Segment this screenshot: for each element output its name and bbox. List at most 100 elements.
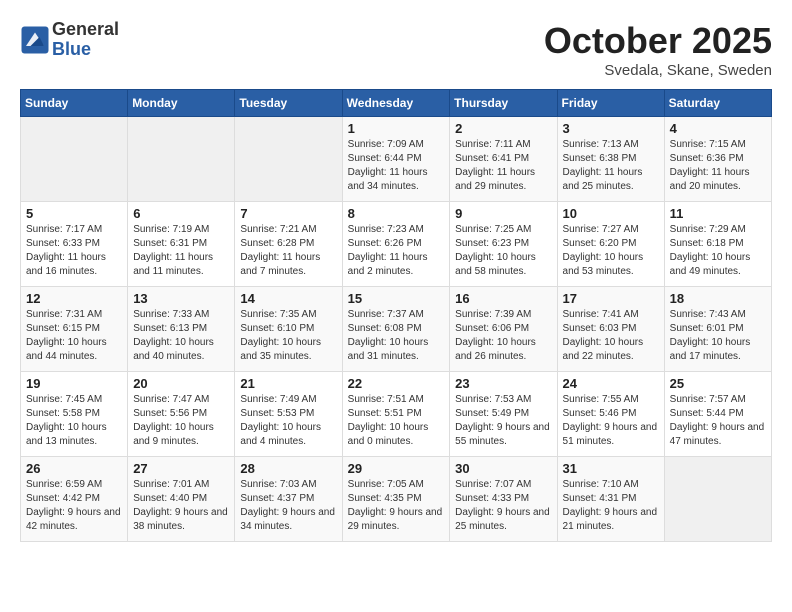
calendar-cell: 15 Sunrise: 7:37 AMSunset: 6:08 PMDayligh…	[342, 287, 450, 372]
day-number: 10	[563, 206, 659, 221]
day-info: Sunrise: 7:13 AMSunset: 6:38 PMDaylight:…	[563, 138, 659, 194]
calendar-cell: 30 Sunrise: 7:07 AMSunset: 4:33 PMDayligh…	[450, 457, 557, 542]
day-number: 21	[240, 376, 336, 391]
calendar-cell	[235, 117, 342, 202]
day-info: Sunrise: 7:03 AMSunset: 4:37 PMDaylight:…	[240, 478, 336, 534]
day-info: Sunrise: 7:21 AMSunset: 6:28 PMDaylight:…	[240, 223, 336, 279]
day-info: Sunrise: 7:41 AMSunset: 6:03 PMDaylight:…	[563, 308, 659, 364]
calendar-cell: 7 Sunrise: 7:21 AMSunset: 6:28 PMDaylight…	[235, 202, 342, 287]
day-number: 14	[240, 291, 336, 306]
day-number: 3	[563, 121, 659, 136]
day-info: Sunrise: 7:25 AMSunset: 6:23 PMDaylight:…	[455, 223, 551, 279]
calendar-cell: 24 Sunrise: 7:55 AMSunset: 5:46 PMDayligh…	[557, 372, 664, 457]
month-title: October 2025	[544, 20, 772, 62]
day-number: 9	[455, 206, 551, 221]
logo: General Blue	[20, 20, 119, 60]
day-info: Sunrise: 7:37 AMSunset: 6:08 PMDaylight:…	[348, 308, 445, 364]
day-info: Sunrise: 7:07 AMSunset: 4:33 PMDaylight:…	[455, 478, 551, 534]
weekday-header-tuesday: Tuesday	[235, 90, 342, 117]
calendar-week-3: 12 Sunrise: 7:31 AMSunset: 6:15 PMDayligh…	[21, 287, 772, 372]
day-info: Sunrise: 7:19 AMSunset: 6:31 PMDaylight:…	[133, 223, 229, 279]
calendar-cell: 5 Sunrise: 7:17 AMSunset: 6:33 PMDaylight…	[21, 202, 128, 287]
day-number: 15	[348, 291, 445, 306]
day-number: 12	[26, 291, 122, 306]
calendar-cell: 14Sunrise: 7:35 AMSunset: 6:10 PMDayligh…	[235, 287, 342, 372]
day-number: 19	[26, 376, 122, 391]
weekday-header-monday: Monday	[128, 90, 235, 117]
day-info: Sunrise: 7:49 AMSunset: 5:53 PMDaylight:…	[240, 393, 336, 449]
day-info: Sunrise: 7:10 AMSunset: 4:31 PMDaylight:…	[563, 478, 659, 534]
day-number: 23	[455, 376, 551, 391]
day-info: Sunrise: 7:05 AMSunset: 4:35 PMDaylight:…	[348, 478, 445, 534]
calendar-cell: 16 Sunrise: 7:39 AMSunset: 6:06 PMDayligh…	[450, 287, 557, 372]
calendar-cell: 25 Sunrise: 7:57 AMSunset: 5:44 PMDayligh…	[664, 372, 771, 457]
calendar-cell: 18 Sunrise: 7:43 AMSunset: 6:01 PMDayligh…	[664, 287, 771, 372]
day-number: 1	[348, 121, 445, 136]
location-subtitle: Svedala, Skane, Sweden	[544, 62, 772, 79]
day-info: Sunrise: 7:11 AMSunset: 6:41 PMDaylight:…	[455, 138, 551, 194]
day-info: Sunrise: 7:51 AMSunset: 5:51 PMDaylight:…	[348, 393, 445, 449]
day-number: 16	[455, 291, 551, 306]
day-info: Sunrise: 7:29 AMSunset: 6:18 PMDaylight:…	[670, 223, 766, 279]
calendar-week-2: 5 Sunrise: 7:17 AMSunset: 6:33 PMDaylight…	[21, 202, 772, 287]
day-number: 24	[563, 376, 659, 391]
day-number: 30	[455, 461, 551, 476]
calendar-cell: 6Sunrise: 7:19 AMSunset: 6:31 PMDaylight…	[128, 202, 235, 287]
calendar-cell: 1Sunrise: 7:09 AMSunset: 6:44 PMDaylight…	[342, 117, 450, 202]
day-info: Sunrise: 7:23 AMSunset: 6:26 PMDaylight:…	[348, 223, 445, 279]
logo-text: General Blue	[52, 20, 119, 60]
day-info: Sunrise: 7:43 AMSunset: 6:01 PMDaylight:…	[670, 308, 766, 364]
day-number: 31	[563, 461, 659, 476]
day-number: 5	[26, 206, 122, 221]
logo-general: General	[52, 20, 119, 40]
day-info: Sunrise: 7:27 AMSunset: 6:20 PMDaylight:…	[563, 223, 659, 279]
calendar-cell: 29 Sunrise: 7:05 AMSunset: 4:35 PMDayligh…	[342, 457, 450, 542]
title-block: October 2025 Svedala, Skane, Sweden	[544, 20, 772, 79]
day-info: Sunrise: 7:17 AMSunset: 6:33 PMDaylight:…	[26, 223, 122, 279]
day-info: Sunrise: 7:55 AMSunset: 5:46 PMDaylight:…	[563, 393, 659, 449]
calendar-cell: 26 Sunrise: 6:59 AMSunset: 4:42 PMDayligh…	[21, 457, 128, 542]
day-info: Sunrise: 7:31 AMSunset: 6:15 PMDaylight:…	[26, 308, 122, 364]
calendar-week-4: 19Sunrise: 7:45 AMSunset: 5:58 PMDayligh…	[21, 372, 772, 457]
calendar-week-1: 1Sunrise: 7:09 AMSunset: 6:44 PMDaylight…	[21, 117, 772, 202]
day-number: 4	[670, 121, 766, 136]
day-number: 18	[670, 291, 766, 306]
calendar-cell: 19Sunrise: 7:45 AMSunset: 5:58 PMDayligh…	[21, 372, 128, 457]
day-number: 11	[670, 206, 766, 221]
weekday-header-row: SundayMondayTuesdayWednesdayThursdayFrid…	[21, 90, 772, 117]
day-number: 29	[348, 461, 445, 476]
day-number: 28	[240, 461, 336, 476]
weekday-header-friday: Friday	[557, 90, 664, 117]
calendar-cell: 8Sunrise: 7:23 AMSunset: 6:26 PMDaylight…	[342, 202, 450, 287]
day-info: Sunrise: 7:39 AMSunset: 6:06 PMDaylight:…	[455, 308, 551, 364]
day-info: Sunrise: 7:57 AMSunset: 5:44 PMDaylight:…	[670, 393, 766, 449]
day-number: 27	[133, 461, 229, 476]
weekday-header-saturday: Saturday	[664, 90, 771, 117]
calendar-cell: 28 Sunrise: 7:03 AMSunset: 4:37 PMDayligh…	[235, 457, 342, 542]
day-number: 17	[563, 291, 659, 306]
day-info: Sunrise: 7:01 AMSunset: 4:40 PMDaylight:…	[133, 478, 229, 534]
day-info: Sunrise: 6:59 AMSunset: 4:42 PMDaylight:…	[26, 478, 122, 534]
calendar-cell: 12 Sunrise: 7:31 AMSunset: 6:15 PMDayligh…	[21, 287, 128, 372]
day-number: 2	[455, 121, 551, 136]
weekday-header-sunday: Sunday	[21, 90, 128, 117]
logo-icon	[20, 25, 50, 55]
day-number: 26	[26, 461, 122, 476]
calendar-cell: 20Sunrise: 7:47 AMSunset: 5:56 PMDayligh…	[128, 372, 235, 457]
page-header: General Blue October 2025 Svedala, Skane…	[20, 20, 772, 79]
calendar-cell: 2 Sunrise: 7:11 AMSunset: 6:41 PMDaylight…	[450, 117, 557, 202]
calendar-cell: 11 Sunrise: 7:29 AMSunset: 6:18 PMDayligh…	[664, 202, 771, 287]
calendar-cell	[664, 457, 771, 542]
calendar-cell	[128, 117, 235, 202]
calendar-cell: 27 Sunrise: 7:01 AMSunset: 4:40 PMDayligh…	[128, 457, 235, 542]
day-number: 7	[240, 206, 336, 221]
calendar-cell: 4 Sunrise: 7:15 AMSunset: 6:36 PMDaylight…	[664, 117, 771, 202]
day-info: Sunrise: 7:33 AMSunset: 6:13 PMDaylight:…	[133, 308, 229, 364]
calendar-cell: 3 Sunrise: 7:13 AMSunset: 6:38 PMDaylight…	[557, 117, 664, 202]
day-number: 20	[133, 376, 229, 391]
day-number: 22	[348, 376, 445, 391]
weekday-header-wednesday: Wednesday	[342, 90, 450, 117]
day-info: Sunrise: 7:15 AMSunset: 6:36 PMDaylight:…	[670, 138, 766, 194]
day-number: 25	[670, 376, 766, 391]
calendar-cell: 22 Sunrise: 7:51 AMSunset: 5:51 PMDayligh…	[342, 372, 450, 457]
